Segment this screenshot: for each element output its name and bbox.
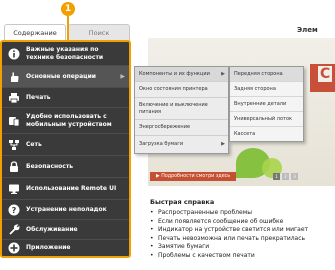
submenu-item-label: Передняя сторона — [234, 70, 283, 77]
sidebar-item-label: Сеть — [26, 140, 42, 148]
tab-contents[interactable]: Содержание — [4, 24, 66, 41]
submenu-item-components[interactable]: Компоненты и их функции ▶ — [135, 67, 228, 82]
network-icon — [7, 138, 20, 151]
info-icon — [7, 47, 20, 60]
question-icon: ? — [7, 203, 20, 216]
submenu-item-label: Компоненты и их функции — [139, 70, 210, 77]
submenu-item-label: Включение и выключение питания — [139, 102, 208, 115]
submenu-item-status-window[interactable]: Окно состояния принтера — [135, 82, 228, 98]
submenu-item-label: Универсальный лоток — [234, 115, 293, 122]
submenu-item-label: Энергосбережение — [139, 124, 191, 131]
quick-help-link[interactable]: Распространенные проблемы — [150, 209, 308, 218]
sidebar-item-troubleshooting[interactable]: ? Устранение неполадок — [2, 200, 129, 220]
quick-help-link[interactable]: Замятие бумаги — [150, 243, 308, 252]
plus-icon — [7, 241, 20, 254]
submenu-item-front-side[interactable]: Передняя сторона — [230, 67, 303, 82]
pager-dot[interactable]: 2 — [282, 173, 289, 180]
sidebar-item-label: Безопасность — [26, 162, 74, 170]
submenu-item-interior[interactable]: Внутренние детали — [230, 97, 303, 112]
quick-help-link[interactable]: Печать невозможна или печать прекратилас… — [150, 235, 308, 244]
submenu-basic-operations: Компоненты и их функции ▶ Окно состояния… — [134, 66, 229, 154]
chevron-right-icon: ▶ — [221, 141, 225, 148]
submenu-item-power[interactable]: Включение и выключение питания — [135, 98, 228, 120]
page-title: Элем — [297, 26, 318, 34]
sidebar-item-basic-operations[interactable]: Основные операции ▶ — [2, 66, 129, 88]
callout-line — [67, 16, 69, 42]
svg-text:?: ? — [11, 206, 16, 215]
wrench-icon — [7, 223, 20, 236]
quick-help-link[interactable]: Проблемы с качеством печати — [150, 252, 308, 261]
quick-help-link[interactable]: Индикатор на устройстве светится или миг… — [150, 226, 308, 235]
tab-search[interactable]: Поиск — [68, 24, 130, 41]
sidebar-item-label: Обслуживание — [26, 225, 78, 233]
sidebar-item-network[interactable]: Сеть — [2, 134, 129, 156]
banner-pager: 1 2 3 — [273, 173, 298, 180]
submenu-item-label: Задняя сторона — [234, 85, 276, 92]
pager-dot[interactable]: 3 — [291, 173, 298, 180]
sidebar-item-label: Устранение неполадок — [26, 205, 107, 213]
submenu-item-label: Загрузка бумаги — [139, 141, 184, 148]
submenu-item-label: Кассета — [234, 130, 256, 137]
sidebar-item-appendix[interactable]: Приложение — [2, 240, 129, 256]
submenu-item-multipurpose-tray[interactable]: Универсальный лоток — [230, 112, 303, 127]
details-link[interactable]: ▶ Подробности смотри здесь — [150, 172, 237, 181]
printer-icon — [7, 91, 20, 104]
chevron-right-icon: ▶ — [120, 73, 125, 80]
quick-help-link[interactable]: Если появляется сообщение об ошибке — [150, 218, 308, 227]
sidebar-item-label: Приложение — [26, 244, 71, 252]
sidebar-item-remote-ui[interactable]: Использование Remote UI — [2, 178, 129, 200]
sidebar-item-security[interactable]: Безопасность — [2, 156, 129, 178]
submenu-item-energy-saving[interactable]: Энергосбережение — [135, 120, 228, 136]
sidebar: Важные указания по технике безопасности … — [0, 40, 131, 258]
sidebar-item-maintenance[interactable]: Обслуживание — [2, 220, 129, 240]
submenu-item-back-side[interactable]: Задняя сторона — [230, 82, 303, 97]
quick-help-list: Распространенные проблемы Если появляетс… — [150, 209, 308, 260]
sidebar-item-label: Удобно использовать с мобильным устройст… — [26, 113, 112, 128]
sidebar-item-label: Основные операции — [26, 72, 96, 80]
chevron-right-icon: ▶ — [221, 70, 225, 77]
sidebar-item-label: Печать — [26, 93, 51, 101]
sidebar-item-mobile[interactable]: Удобно использовать с мобильным устройст… — [2, 108, 129, 134]
sidebar-item-label: Важные указания по технике безопасности — [26, 46, 104, 61]
submenu-components: Передняя сторона Задняя сторона Внутренн… — [229, 66, 304, 142]
callout-marker: 1 — [61, 2, 75, 16]
submenu-item-loading-paper[interactable]: Загрузка бумаги ▶ — [135, 136, 228, 153]
pager-dot[interactable]: 1 — [273, 173, 280, 180]
sidebar-item-safety[interactable]: Важные указания по технике безопасности — [2, 42, 129, 66]
hand-icon — [7, 70, 20, 83]
quick-help-title: Быстрая справка — [150, 198, 215, 206]
mobile-icon — [7, 114, 20, 127]
lock-icon — [7, 160, 20, 173]
submenu-item-label: Внутренние детали — [234, 100, 287, 107]
sidebar-item-label: Использование Remote UI — [26, 184, 117, 192]
submenu-item-label: Окно состояния принтера — [139, 86, 208, 93]
monitor-icon — [7, 182, 20, 195]
sidebar-item-print[interactable]: Печать — [2, 88, 129, 108]
banner-letter: C — [318, 66, 333, 82]
submenu-item-cassette[interactable]: Кассета — [230, 127, 303, 141]
